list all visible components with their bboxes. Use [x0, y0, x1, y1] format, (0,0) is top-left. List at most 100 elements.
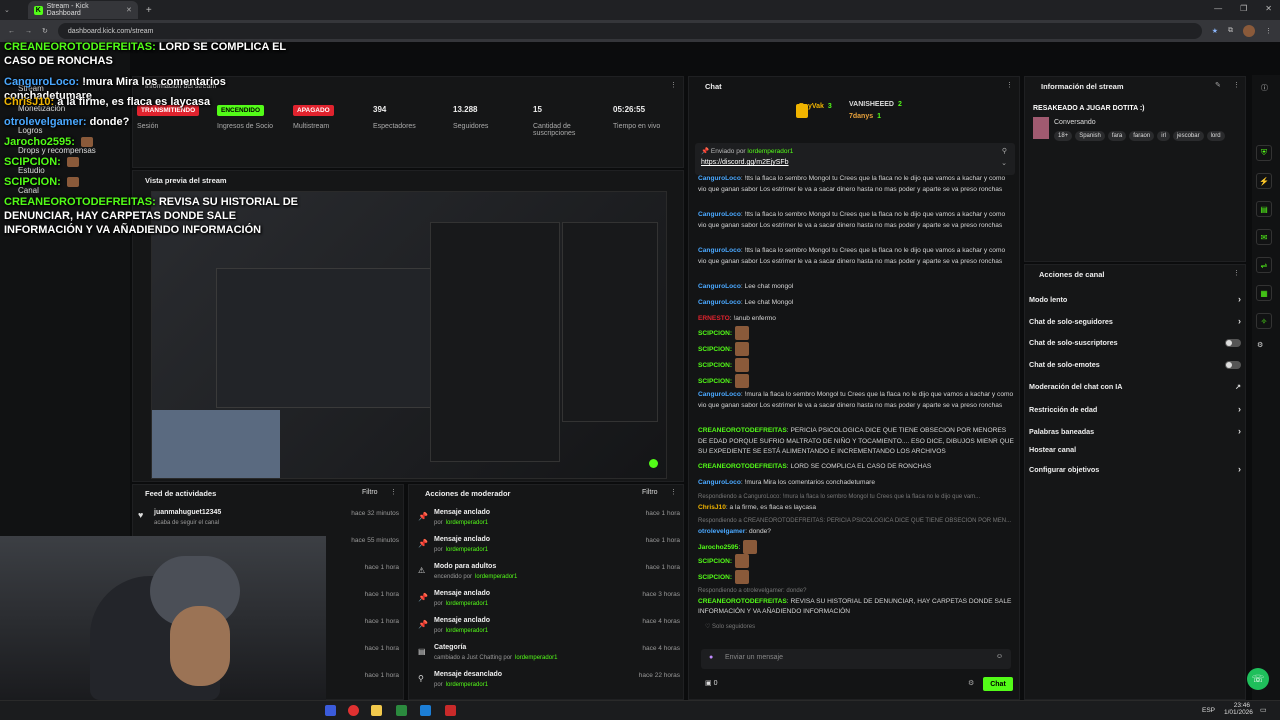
toggle-switch[interactable]	[1225, 338, 1241, 347]
pinned-link[interactable]: https://discord.gg/m2EjySFb	[701, 159, 789, 166]
rail-chat-icon[interactable]: ✉	[1256, 229, 1272, 245]
chat-username[interactable]: CanguroLoco	[698, 211, 741, 218]
browser-menu-icon[interactable]: ⋮	[1265, 27, 1272, 35]
channel-action-item[interactable]: Restricción de edad ›	[1029, 404, 1241, 414]
chat-send-button[interactable]: Chat	[983, 677, 1013, 691]
mod-action-user[interactable]: lordemperador1	[475, 574, 517, 580]
back-icon[interactable]: ←	[8, 28, 15, 35]
pinned-pin-icon[interactable]: ⚲	[1002, 147, 1007, 155]
rail-mod-icon[interactable]: ⛨	[1256, 145, 1272, 161]
reply-context[interactable]: Respondiendo a CREANEOROTODEFREITAS: PER…	[698, 516, 1014, 527]
pinned-by-user[interactable]: lordemperador1	[747, 148, 793, 155]
chat-settings-icon[interactable]: ⚙	[968, 679, 974, 687]
activity-row[interactable]: ♥ juanmahuguet12345 acaba de seguir el can…	[138, 506, 403, 532]
chat-username[interactable]: CanguroLoco	[698, 283, 741, 290]
stream-tag[interactable]: irl	[1157, 131, 1170, 141]
chat-username[interactable]: CanguroLoco	[698, 175, 741, 182]
tab-search-icon[interactable]: ⌄	[4, 6, 10, 14]
chat-message[interactable]: SCIPCION:	[698, 554, 1014, 568]
leaderboard-entry[interactable]: 7danys 1	[849, 113, 881, 120]
leader-name[interactable]: 7danys	[849, 113, 873, 120]
taskbar-sheet-icon[interactable]	[396, 705, 407, 716]
chat-username[interactable]: SCIPCION:	[698, 574, 732, 581]
chat-username[interactable]: CREANEOROTODEFREITAS	[698, 427, 787, 434]
mod-action-row[interactable]: ▤ Categoría cambiado a Just Chatting por lo…	[414, 641, 684, 667]
notification-icon[interactable]: ▭	[1260, 706, 1267, 714]
chat-message[interactable]: SCIPCION:	[698, 374, 1014, 388]
mod-action-row[interactable]: 📌 Mensaje anclado por lordemperador1 hace 4 …	[414, 614, 684, 640]
browser-tab[interactable]: K Stream - Kick Dashboard ✕	[27, 1, 138, 19]
url-field[interactable]: dashboard.kick.com/stream	[57, 23, 1202, 39]
mod-action-row[interactable]: ⚠ Modo para adultos encendido por lordemper…	[414, 560, 684, 586]
chat-message[interactable]: SCIPCION:	[698, 342, 1014, 356]
minimize-icon[interactable]: —	[1214, 4, 1222, 13]
chat-message[interactable]: CanguroLoco: !tts la flaca lo sembro Mon…	[698, 174, 1014, 195]
toggle-switch[interactable]	[1225, 360, 1241, 369]
pinned-message[interactable]: 📌 Enviado por lordemperador1 https://dis…	[695, 143, 1015, 175]
rail-layout-icon[interactable]: ▦	[1256, 285, 1272, 301]
bookmark-star-icon[interactable]: ★	[1212, 27, 1218, 35]
taskbar-steam-icon[interactable]	[420, 705, 431, 716]
chat-username[interactable]: ChrisJ10	[698, 504, 726, 511]
mod-action-row[interactable]: 📌 Mensaje anclado por lordemperador1 hace 1 …	[414, 506, 684, 532]
chat-username[interactable]: CanguroLoco	[698, 299, 741, 306]
mod-menu-icon[interactable]: ⋮	[670, 488, 677, 496]
mod-action-user[interactable]: lordemperador1	[446, 628, 488, 634]
chat-message[interactable]: CREANEOROTODEFREITAS: LORD SE COMPLICA E…	[698, 462, 1014, 473]
mod-action-row[interactable]: 📌 Mensaje anclado por lordemperador1 hace 1 …	[414, 533, 684, 559]
mod-filter-button[interactable]: Filtro	[642, 489, 658, 496]
new-tab-button[interactable]: +	[146, 5, 152, 16]
activity-menu-icon[interactable]: ⋮	[390, 488, 397, 496]
chat-message[interactable]: SCIPCION:	[698, 570, 1014, 584]
edit-stream-icon[interactable]: ✎	[1215, 81, 1221, 89]
reply-context[interactable]: Respondiendo a otrolevelgamer: donde?	[698, 586, 1014, 597]
chat-message[interactable]: CanguroLoco: !tts la flaca lo sembro Mon…	[698, 246, 1014, 267]
chat-input[interactable]: ● Enviar un mensaje ☺	[701, 649, 1011, 669]
taskbar-obs-icon[interactable]	[348, 705, 359, 716]
mod-action-user[interactable]: lordemperador1	[446, 682, 488, 688]
chat-message[interactable]: ERNESTO: !anub enfermo	[698, 314, 1014, 325]
details-menu-icon[interactable]: ⋮	[1233, 81, 1240, 89]
chat-username[interactable]: SCIPCION:	[698, 330, 732, 337]
chat-username[interactable]: otrolevelgamer	[698, 528, 745, 535]
info-icon[interactable]: ⓘ	[1261, 83, 1268, 93]
activity-user[interactable]: juanmahuguet12345	[154, 509, 221, 516]
chat-message[interactable]: Respondiendo a CREANEOROTODEFREITAS: PER…	[698, 516, 1014, 537]
channel-action-item[interactable]: Modo lento ›	[1029, 294, 1241, 304]
channel-points[interactable]: ▣ 0	[705, 679, 717, 687]
taskbar-lang[interactable]: ESP	[1202, 707, 1215, 714]
stream-tag[interactable]: 18+	[1054, 131, 1073, 141]
chat-username[interactable]: Jarocho2595	[698, 544, 738, 551]
channel-action-item[interactable]: Moderación del chat con IA ↗	[1029, 382, 1241, 391]
chat-menu-icon[interactable]: ⋮	[1006, 81, 1013, 89]
chat-username[interactable]: CanguroLoco	[698, 247, 741, 254]
chat-username[interactable]: CanguroLoco	[698, 391, 741, 398]
reload-icon[interactable]: ↻	[42, 27, 48, 35]
chat-username[interactable]: SCIPCION:	[698, 558, 732, 565]
channel-action-item[interactable]: Chat de solo-seguidores ›	[1029, 316, 1241, 326]
mod-action-user[interactable]: lordemperador1	[446, 601, 488, 607]
close-window-icon[interactable]: ✕	[1265, 4, 1272, 13]
stream-tag[interactable]: faraon	[1129, 131, 1155, 141]
actions-menu-icon[interactable]: ⋮	[1233, 269, 1240, 277]
taskbar-clock[interactable]: 23:46 1/01/2026	[1224, 702, 1253, 716]
chat-username[interactable]: SCIPCION:	[698, 346, 732, 353]
chat-username[interactable]: CanguroLoco	[698, 479, 741, 486]
chat-message[interactable]: CanguroLoco: Lee chat Mongol	[698, 298, 1014, 309]
chat-username[interactable]: CREANEOROTODEFREITAS	[698, 463, 787, 470]
mod-action-user[interactable]: lordemperador1	[515, 655, 557, 661]
chat-message[interactable]: CanguroLoco: !mura la flaca lo sembro Mo…	[698, 390, 1014, 411]
leaderboard-entry[interactable]: VANISHEEED 2	[849, 101, 902, 108]
chat-message[interactable]: Jarocho2595:	[698, 540, 1014, 554]
chat-message[interactable]: CREANEOROTODEFREITAS: PERICIA PSICOLOGIC…	[698, 426, 1014, 458]
channel-action-item[interactable]: Chat de solo-suscriptores	[1029, 338, 1241, 347]
stream-tag[interactable]: fara	[1107, 131, 1127, 141]
taskbar-app-icon[interactable]	[325, 705, 336, 716]
tab-close-icon[interactable]: ✕	[126, 6, 132, 14]
extensions-icon[interactable]: ⧉	[1228, 27, 1233, 35]
reply-context[interactable]: Respondiendo a CanguroLoco: !mura la fla…	[698, 492, 1014, 503]
chat-message[interactable]: Respondiendo a CanguroLoco: !mura la fla…	[698, 492, 1014, 513]
channel-action-item[interactable]: Configurar objetivos ›	[1029, 464, 1241, 474]
emote-picker-icon[interactable]: ●	[709, 654, 713, 661]
chat-message[interactable]: CanguroLoco: !tts la flaca lo sembro Mon…	[698, 210, 1014, 231]
